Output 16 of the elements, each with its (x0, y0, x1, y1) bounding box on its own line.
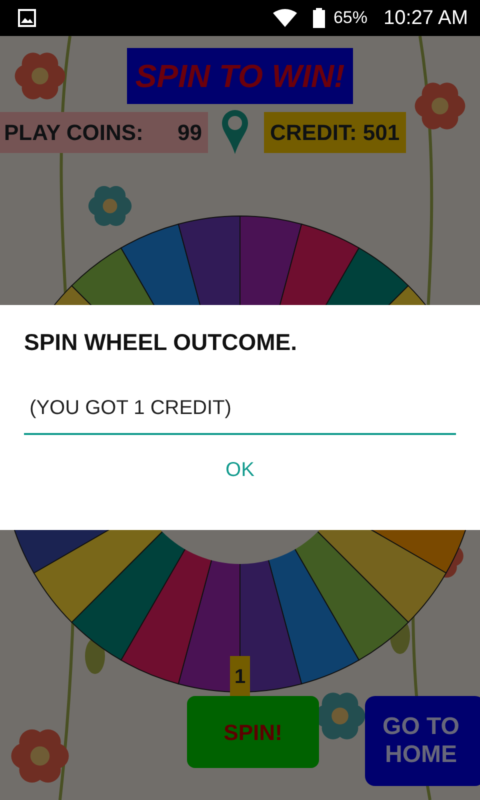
pointer-label: 1 (230, 656, 250, 696)
title-banner: SPIN TO WIN! (127, 48, 353, 104)
wifi-icon (273, 9, 298, 27)
map-pin-icon (220, 108, 250, 156)
ok-button[interactable]: OK (216, 450, 264, 489)
battery-icon (313, 8, 326, 28)
image-icon (18, 9, 36, 27)
battery-percent: 65% (333, 7, 368, 30)
coins-label: PLAY COINS: (4, 118, 144, 146)
message-field[interactable]: (YOU GOT 1 CREDIT) (24, 382, 456, 435)
coins-value: 99 (178, 118, 202, 146)
status-time: 10:27 AM (383, 6, 468, 31)
home-button[interactable]: GO TO HOME (365, 696, 480, 786)
spin-button[interactable]: SPIN! (187, 696, 319, 768)
dialog-title: SPIN WHEEL OUTCOME. (24, 329, 298, 357)
credit-label: CREDIT: 501 (264, 112, 406, 152)
